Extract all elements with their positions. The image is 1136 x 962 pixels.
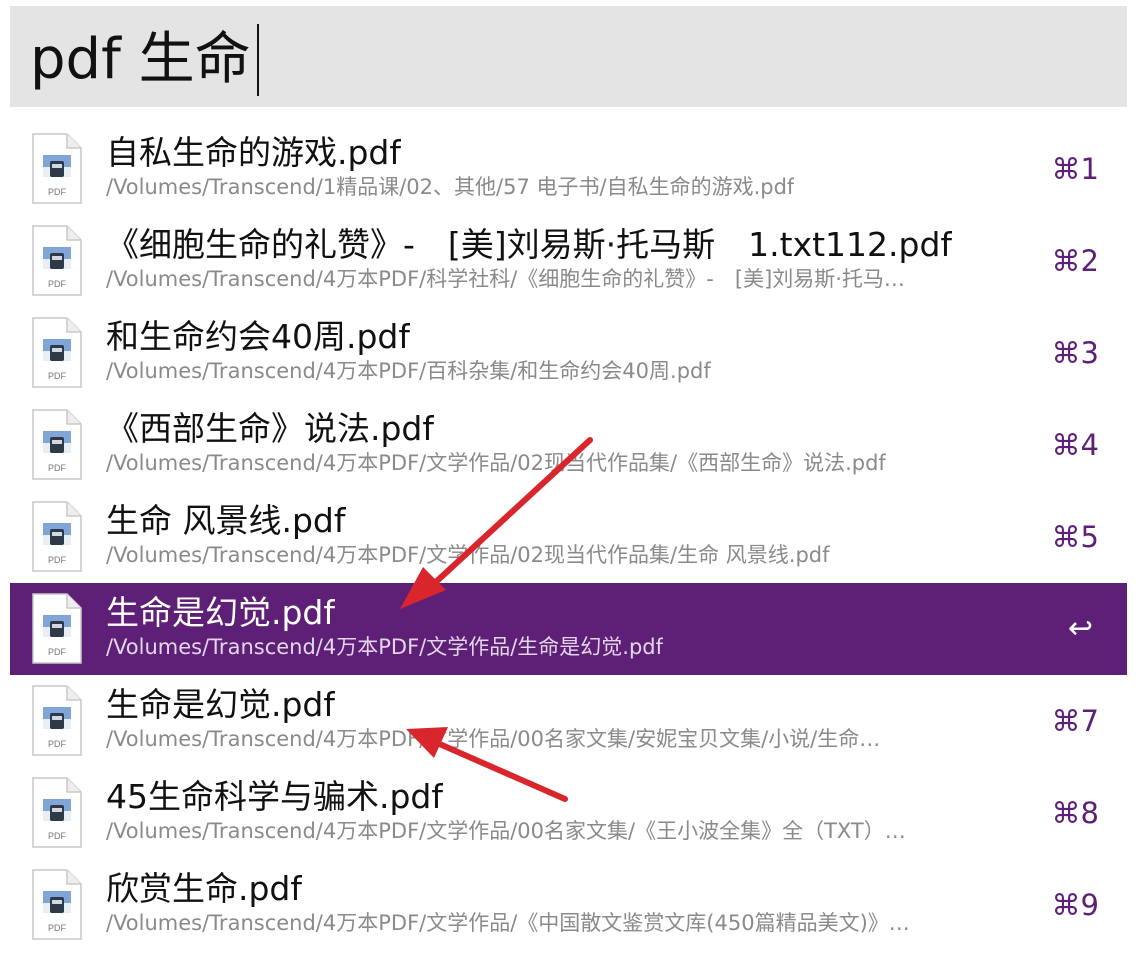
result-title: 自私生命的游戏.pdf (106, 133, 402, 172)
pdf-icon-label: PDF (48, 555, 67, 565)
result-row-4[interactable]: PDF 《西部生命》说法.pdf /Volumes/Transcend/4万本P… (10, 399, 1127, 491)
shortcut-label: ⌘2 (1051, 244, 1099, 278)
pdf-icon-label: PDF (48, 371, 67, 381)
shortcut-label: ⌘9 (1051, 888, 1099, 922)
result-path: /Volumes/Transcend/4万本PDF/文学作品/02现当代作品集/… (106, 451, 886, 475)
result-title: 生命 风景线.pdf (106, 501, 346, 540)
result-path: /Volumes/Transcend/4万本PDF/文学作品/02现当代作品集/… (106, 543, 830, 567)
result-title: 《西部生命》说法.pdf (106, 409, 435, 448)
result-title: 生命是幻觉.pdf (106, 593, 336, 632)
results-list: PDF 自私生命的游戏.pdf /Volumes/Transcend/1精品课/… (10, 123, 1127, 951)
pdf-file-icon: PDF (30, 593, 84, 665)
shortcut-label: ⌘7 (1051, 704, 1099, 738)
shortcut-label: ⌘8 (1051, 796, 1099, 830)
pdf-file-icon: PDF (30, 501, 84, 573)
result-row-6-selected[interactable]: PDF 生命是幻觉.pdf /Volumes/Transcend/4万本PDF/… (10, 583, 1127, 675)
result-row-7[interactable]: PDF 生命是幻觉.pdf /Volumes/Transcend/4万本PDF/… (10, 675, 1127, 767)
result-path: /Volumes/Transcend/4万本PDF/文学作品/00名家文集/安妮… (106, 727, 881, 751)
pdf-icon-label: PDF (48, 831, 67, 841)
result-title: 欣赏生命.pdf (106, 869, 303, 908)
pdf-file-icon: PDF (30, 869, 84, 941)
shortcut-label: ⌘4 (1051, 428, 1099, 462)
pdf-file-icon: PDF (30, 133, 84, 205)
result-row-1[interactable]: PDF 自私生命的游戏.pdf /Volumes/Transcend/1精品课/… (10, 123, 1127, 215)
pdf-file-icon: PDF (30, 409, 84, 481)
result-path: /Volumes/Transcend/4万本PDF/文学作品/《中国散文鉴赏文库… (106, 911, 910, 935)
result-title: 和生命约会40周.pdf (106, 317, 410, 356)
pdf-file-icon: PDF (30, 777, 84, 849)
shortcut-label: ⌘1 (1051, 152, 1099, 186)
pdf-file-icon: PDF (30, 317, 84, 389)
pdf-icon-label: PDF (48, 739, 67, 749)
result-row-8[interactable]: PDF 45生命科学与骗术.pdf /Volumes/Transcend/4万本… (10, 767, 1127, 859)
result-path: /Volumes/Transcend/4万本PDF/文学作品/00名家文集/《王… (106, 819, 906, 843)
pdf-icon-label: PDF (48, 463, 67, 473)
result-path: /Volumes/Transcend/4万本PDF/百科杂集/和生命约会40周.… (106, 359, 711, 383)
text-caret (256, 24, 259, 96)
result-title: 45生命科学与骗术.pdf (106, 777, 443, 816)
search-query: pdf 生命 (30, 27, 251, 92)
pdf-icon-label: PDF (48, 647, 67, 657)
pdf-icon-label: PDF (48, 187, 67, 197)
search-bar[interactable]: pdf 生命 (10, 6, 1127, 107)
pdf-file-icon: PDF (30, 225, 84, 297)
pdf-file-icon: PDF (30, 685, 84, 757)
result-path: /Volumes/Transcend/4万本PDF/文学作品/生命是幻觉.pdf (106, 635, 664, 659)
search-input[interactable]: pdf 生命 (30, 24, 259, 96)
result-row-3[interactable]: PDF 和生命约会40周.pdf /Volumes/Transcend/4万本P… (10, 307, 1127, 399)
result-title: 生命是幻觉.pdf (106, 685, 336, 724)
result-row-2[interactable]: PDF 《细胞生命的礼赞》- [美]刘易斯·托马斯 1.txt112.pdf /… (10, 215, 1127, 307)
result-row-5[interactable]: PDF 生命 风景线.pdf /Volumes/Transcend/4万本PDF… (10, 491, 1127, 583)
result-row-9[interactable]: PDF 欣赏生命.pdf /Volumes/Transcend/4万本PDF/文… (10, 859, 1127, 951)
result-title: 《细胞生命的礼赞》- [美]刘易斯·托马斯 1.txt112.pdf (106, 225, 953, 264)
return-key-icon: ↩ (1067, 611, 1093, 646)
shortcut-label: ⌘3 (1051, 336, 1099, 370)
result-path: /Volumes/Transcend/1精品课/02、其他/57 电子书/自私生… (106, 175, 795, 199)
result-path: /Volumes/Transcend/4万本PDF/科学社科/《细胞生命的礼赞》… (106, 267, 905, 291)
pdf-icon-label: PDF (48, 923, 67, 933)
shortcut-label: ⌘5 (1051, 520, 1099, 554)
pdf-icon-label: PDF (48, 279, 67, 289)
